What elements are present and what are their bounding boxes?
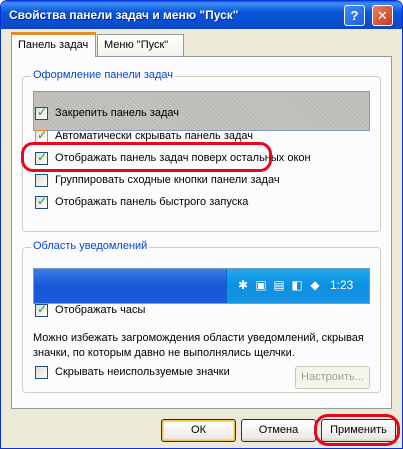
checkmark-icon: ✓: [37, 105, 48, 119]
checkbox-box: [35, 174, 48, 187]
title-bar[interactable]: Свойства панели задач и меню "Пуск" ? ✕: [1, 1, 402, 29]
checkbox-box: ✓: [35, 194, 48, 209]
ok-button[interactable]: ОК: [161, 419, 236, 442]
network-icon: ✱: [237, 278, 249, 292]
close-button[interactable]: ✕: [372, 5, 393, 26]
checkbox-box: ✓: [35, 302, 48, 317]
checkbox-box: ✓: [35, 105, 48, 120]
autohide-highlight: [21, 142, 272, 172]
keyboard-icon: ▤: [273, 278, 285, 292]
notification-area-legend: Область уведомлений: [31, 240, 150, 252]
tray-preview: ✱ ▣ ▤ ◧ ◆ 1:23: [226, 269, 369, 303]
checkmark-icon: ✓: [37, 302, 48, 316]
checkbox-label: Группировать сходные кнопки панели задач: [55, 174, 280, 186]
shield-icon: ◆: [310, 278, 320, 292]
taskbar-appearance-legend: Оформление панели задач: [31, 69, 176, 81]
checkmark-icon: ✓: [37, 128, 48, 142]
window-title: Свойства панели задач и меню "Пуск": [9, 8, 239, 22]
notification-description: Можно избежать загромождения области уве…: [33, 332, 364, 359]
configure-button[interactable]: Настроить...: [295, 366, 370, 389]
notification-preview: ✱ ▣ ▤ ◧ ◆ 1:23: [33, 268, 370, 304]
checkbox-label: Автоматически скрывать панель задач: [55, 130, 254, 142]
help-button[interactable]: ?: [344, 5, 365, 26]
checkmark-icon: ✓: [37, 194, 48, 208]
checkbox-label: Закрепить панель задач: [55, 107, 180, 119]
tab-taskbar[interactable]: Панель задач: [11, 32, 96, 57]
tab-start-menu[interactable]: Меню "Пуск": [97, 34, 184, 56]
clock-preview: 1:23: [330, 278, 354, 292]
taskbar-properties-dialog: Свойства панели задач и меню "Пуск" ? ✕ …: [0, 0, 403, 449]
checkbox-label: Отображать панель быстрого запуска: [55, 196, 249, 208]
checkbox-box: [35, 366, 48, 379]
checkbox-label: Отображать часы: [55, 304, 146, 316]
computer-icon: ▣: [255, 278, 267, 292]
cancel-button[interactable]: Отмена: [241, 419, 316, 442]
apply-highlight: [314, 414, 400, 446]
volume-icon: ◧: [291, 278, 303, 292]
checkbox-label: Скрывать неиспользуемые значки: [55, 366, 230, 378]
